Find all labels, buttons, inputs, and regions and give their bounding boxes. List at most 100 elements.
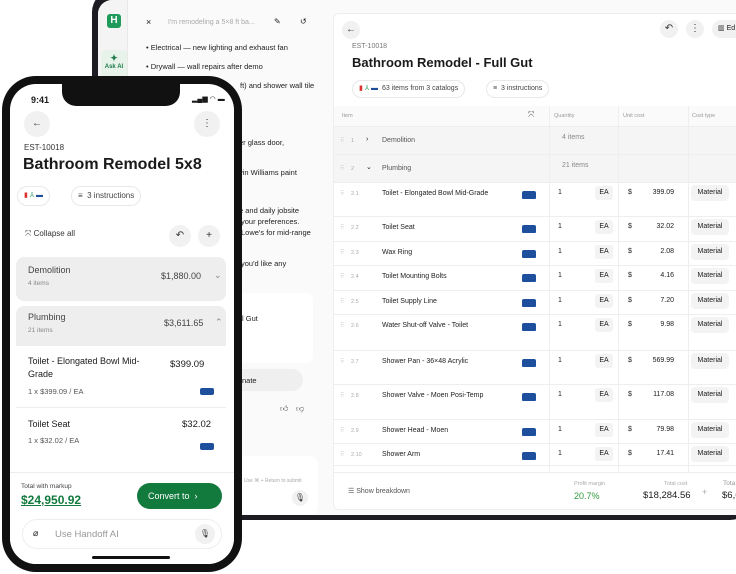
unit-cost[interactable]: 79.98 (634, 426, 674, 433)
collapse-icon[interactable]: ⤧ (528, 110, 534, 120)
thumbs-up-icon[interactable]: 👍︎ (280, 404, 288, 414)
group-card-plumbing[interactable]: Plumbing 21 items $3,611.65 ⌃ (16, 306, 226, 346)
quantity[interactable]: 1 (558, 391, 562, 398)
unit-cost[interactable]: 569.99 (634, 357, 674, 364)
quantity[interactable]: 1 (558, 272, 562, 279)
drag-handle-icon[interactable]: ⠿ (340, 224, 344, 231)
unit-select[interactable]: EA (595, 294, 613, 308)
unit-select[interactable]: EA (595, 388, 613, 402)
table-row[interactable]: ⠿ 2.8 Shower Valve - Moen Posi-Temp 1 EA… (334, 385, 736, 420)
cost-type-select[interactable]: Material (691, 185, 729, 201)
paperclip-icon[interactable]: ⌀ (33, 528, 38, 539)
unit-select[interactable]: EA (595, 318, 613, 332)
table-row[interactable]: ⠿ 2.7 Shower Pan - 36×48 Acrylic 1 EA $ … (334, 351, 736, 385)
table-header: Item ⤧ Quantity Unit cost Cost type (334, 106, 736, 127)
edit-icon[interactable]: ✎ (274, 17, 281, 26)
drag-handle-icon[interactable]: ⠿ (340, 273, 344, 280)
more-button[interactable]: ⋮ (194, 111, 220, 137)
unit-select[interactable]: EA (595, 354, 613, 368)
cost-type-select[interactable]: Material (691, 353, 729, 369)
list-item[interactable]: Toilet - Elongated Bowl Mid-Grade 1 x $3… (16, 346, 226, 408)
quantity[interactable]: 1 (558, 450, 562, 457)
chevron-down-icon[interactable]: ⌄ (366, 163, 372, 171)
unit-cost[interactable]: 4.16 (634, 272, 674, 279)
quantity[interactable]: 1 (558, 357, 562, 364)
unit-select[interactable]: EA (595, 220, 613, 234)
table-row[interactable]: ⠿ 2.5 Toilet Supply Line 1 EA $ 7.20 Mat… (334, 291, 736, 315)
back-button[interactable]: ← (342, 21, 360, 39)
group-row[interactable]: ⠿ 2 ⌄ Plumbing 21 items (334, 155, 736, 183)
table-row[interactable]: ⠿ 2.4 Toilet Mounting Bolts 1 EA $ 4.16 … (334, 266, 736, 291)
signal-icons: ▂▄▆ ◠ ▬ (192, 96, 225, 103)
table-row[interactable]: ⠿ 2.9 Shower Head - Moen 1 EA $ 79.98 Ma… (334, 420, 736, 444)
back-button[interactable]: ← (24, 111, 50, 137)
unit-cost[interactable]: 32.02 (634, 223, 674, 230)
cost-type-select[interactable]: Material (691, 317, 729, 333)
collapse-all-button[interactable]: ⤧ Collapse all (25, 229, 75, 239)
cost-type-select[interactable]: Material (691, 244, 729, 260)
quantity[interactable]: 1 (558, 297, 562, 304)
close-icon[interactable]: × (146, 17, 151, 27)
undo-button[interactable]: ↶ (660, 20, 678, 38)
unit-cost[interactable]: 9.98 (634, 321, 674, 328)
catalogs-chip[interactable]: ▮ ⅄ ▬ (17, 186, 51, 206)
quantity[interactable]: 1 (558, 426, 562, 433)
ask-ai-button[interactable]: ✦ Ask AI (101, 50, 127, 78)
table-row[interactable]: ⠿ 2.10 Shower Arm 1 EA $ 17.41 Material (334, 444, 736, 466)
add-button[interactable]: + (198, 225, 220, 247)
drag-handle-icon[interactable]: ⠿ (340, 392, 344, 399)
drag-handle-icon[interactable]: ⠿ (340, 451, 344, 458)
unit-select[interactable]: EA (595, 186, 613, 200)
unit-select[interactable]: EA (595, 245, 613, 259)
more-button[interactable]: ⋮ (686, 20, 704, 38)
unit-cost[interactable]: 399.09 (634, 189, 674, 196)
convert-to-button[interactable]: Convert to › (137, 483, 222, 509)
cost-type-select[interactable]: Material (691, 446, 729, 462)
cost-type-select[interactable]: Material (691, 422, 729, 438)
instructions-chip[interactable]: ≡ 3 instructions (71, 186, 142, 206)
instructions-chip[interactable]: ≡ 3 instructions (486, 80, 550, 98)
drag-handle-icon[interactable]: ⠿ (340, 190, 344, 197)
quantity[interactable]: 1 (558, 189, 562, 196)
undo-button[interactable]: ↶ (169, 225, 191, 247)
cost-type-select[interactable]: Material (691, 293, 729, 309)
quantity[interactable]: 1 (558, 223, 562, 230)
edit-button[interactable]: ▥ Ed (712, 20, 736, 38)
ai-input[interactable]: ⌀ Use Handoff AI 🎙︎ (22, 519, 222, 549)
chevron-right-icon[interactable]: › (366, 136, 368, 143)
unit-cost[interactable]: 17.41 (634, 450, 674, 457)
mobile-app: 9:41 ▂▄▆ ◠ ▬ ← ⋮ EST-10018 Bathroom Remo… (10, 84, 234, 564)
drag-handle-icon[interactable]: ⠿ (340, 427, 344, 434)
cost-type-select[interactable]: Material (691, 219, 729, 235)
microphone-icon[interactable]: 🎙︎ (292, 490, 308, 506)
lowes-logo (200, 443, 214, 450)
group-row[interactable]: ⠿ 1 › Demolition 4 items (334, 127, 736, 155)
drag-handle-icon[interactable]: ⠿ (340, 298, 344, 305)
list-item[interactable]: Toilet Seat 1 x $32.02 / EA $32.02 (16, 408, 226, 466)
cost-type-select[interactable]: Material (691, 268, 729, 284)
quantity[interactable]: 1 (558, 321, 562, 328)
show-breakdown-button[interactable]: ☰ Show breakdown (348, 487, 410, 495)
table-row[interactable]: ⠿ 2.6 Water Shut-off Valve - Toilet 1 EA… (334, 315, 736, 351)
unit-cost[interactable]: 7.20 (634, 297, 674, 304)
table-row[interactable]: ⠿ 2.1 Toilet - Elongated Bowl Mid-Grade … (334, 183, 736, 217)
group-card-demolition[interactable]: Demolition 4 items $1,880.00 ⌄ (16, 257, 226, 301)
unit-select[interactable]: EA (595, 269, 613, 283)
unit-cost[interactable]: 117.08 (634, 391, 674, 398)
history-icon[interactable]: ↺ (300, 17, 307, 26)
microphone-icon[interactable]: 🎙︎ (195, 524, 215, 544)
table-row[interactable]: ⠿ 2.2 Toilet Seat 1 EA $ 32.02 Material (334, 217, 736, 242)
total-with-markup[interactable]: $24,950.92 (21, 493, 81, 507)
unit-select[interactable]: EA (595, 423, 613, 437)
drag-handle-icon[interactable]: ⠿ (340, 249, 344, 256)
drag-handle-icon[interactable]: ⠿ (340, 322, 344, 329)
drag-handle-icon[interactable]: ⠿ (340, 358, 344, 365)
cost-type-select[interactable]: Material (691, 387, 729, 403)
catalogs-chip[interactable]: ▮ ⅄ ▬ 63 items from 3 catalogs (352, 80, 466, 98)
item-name: Toilet Supply Line (382, 298, 437, 305)
table-row[interactable]: ⠿ 2.3 Wax Ring 1 EA $ 2.08 Material (334, 242, 736, 266)
thumbs-down-icon[interactable]: 👎︎ (296, 404, 304, 414)
quantity[interactable]: 1 (558, 248, 562, 255)
unit-select[interactable]: EA (595, 447, 613, 461)
unit-cost[interactable]: 2.08 (634, 248, 674, 255)
